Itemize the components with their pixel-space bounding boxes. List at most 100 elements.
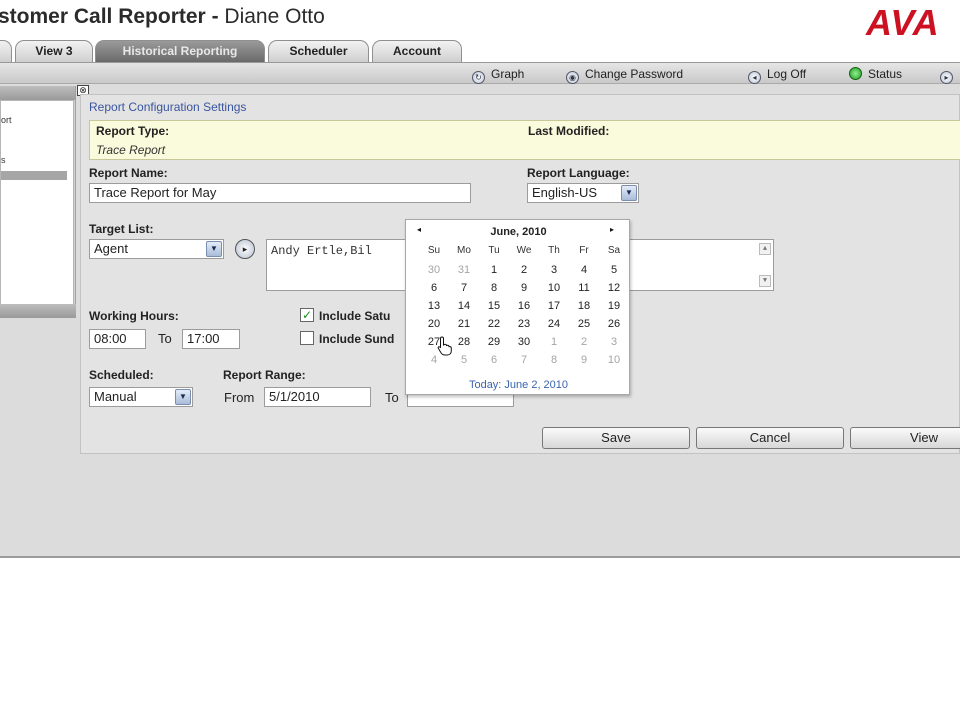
range-from-input[interactable]: 5/1/2010 (264, 387, 371, 407)
status-button[interactable]: Status (849, 66, 902, 82)
report-type-box: Report Type: Trace Report Last Modified: (89, 120, 960, 160)
weekday-label: We (516, 245, 532, 256)
report-language-label: Report Language: (527, 166, 630, 180)
target-list-label: Target List: (89, 222, 154, 236)
calendar-day-cell[interactable]: 2 (509, 261, 539, 279)
calendar-day-cell[interactable]: 9 (569, 351, 599, 369)
calendar-day-cell[interactable]: 24 (539, 315, 569, 333)
today-link[interactable]: Today: June 2, 2010 (406, 379, 631, 391)
weekday-label: Th (548, 245, 560, 256)
graph-label: Graph (491, 67, 525, 81)
include-sunday-label: Include Sund (319, 332, 395, 346)
report-name-input[interactable]: Trace Report for May (89, 183, 471, 203)
sidebar-selected-item[interactable] (1, 171, 67, 180)
log-off-label: Log Off (767, 67, 807, 81)
sidebar-item[interactable]: ort (1, 115, 12, 125)
calendar-day-cell[interactable]: 11 (569, 279, 599, 297)
calendar-day-cell[interactable]: 2 (569, 333, 599, 351)
app-name: stomer Call Reporter (0, 5, 206, 28)
graph-button[interactable]: ↻ Graph (472, 66, 525, 84)
calendar-day-cell[interactable]: 1 (479, 261, 509, 279)
scroll-down-icon[interactable]: ▼ (759, 275, 771, 287)
calendar-day-cell[interactable]: 4 (569, 261, 599, 279)
view-button[interactable]: View (850, 427, 960, 449)
tab-historical-reporting[interactable]: Historical Reporting (95, 40, 265, 62)
status-label: Status (868, 67, 903, 81)
chevron-down-icon[interactable]: ▼ (175, 389, 191, 405)
tab-scheduler[interactable]: Scheduler (268, 40, 369, 62)
weekday-label: Mo (457, 245, 471, 256)
calendar-day-cell[interactable]: 7 (509, 351, 539, 369)
chevron-down-icon[interactable]: ▼ (206, 241, 222, 257)
next-month-icon[interactable]: ▸ (610, 225, 614, 234)
save-button[interactable]: Save (542, 427, 690, 449)
calendar-day-cell[interactable]: 26 (599, 315, 629, 333)
arrow-right-icon: ▸ (940, 71, 953, 84)
report-range-label: Report Range: (223, 368, 306, 382)
calendar-day-cell[interactable]: 5 (449, 351, 479, 369)
calendar-day-cell[interactable]: 8 (539, 351, 569, 369)
calendar-day-cell[interactable]: 25 (569, 315, 599, 333)
change-password-label: Change Password (585, 67, 684, 81)
calendar-day-cell[interactable]: 30 (419, 261, 449, 279)
tab-account[interactable]: Account (372, 40, 462, 62)
calendar-day-cell[interactable]: 8 (479, 279, 509, 297)
calendar-day-cell[interactable]: 12 (599, 279, 629, 297)
target-list-select[interactable]: Agent ▼ (89, 239, 224, 259)
graph-icon: ↻ (472, 71, 485, 84)
log-off-icon: ◂ (748, 71, 761, 84)
working-hours-label: Working Hours: (89, 309, 179, 323)
calendar-day-cell[interactable]: 3 (539, 261, 569, 279)
calendar-month-title: June, 2010 (490, 226, 547, 238)
target-picker-button[interactable]: ▸ (235, 239, 255, 259)
report-language-select[interactable]: English-US ▼ (527, 183, 639, 203)
calendar-day-cell[interactable]: 23 (509, 315, 539, 333)
key-icon: ◉ (566, 71, 579, 84)
calendar-day-cell[interactable]: 3 (599, 333, 629, 351)
chevron-down-icon[interactable]: ▼ (621, 185, 637, 201)
sidebar-item[interactable]: s (1, 155, 6, 165)
working-from-input[interactable]: 08:00 (89, 329, 146, 349)
calendar-day-cell[interactable]: 6 (479, 351, 509, 369)
calendar-day-cell[interactable]: 17 (539, 297, 569, 315)
include-saturday-checkbox[interactable]: ✓ (300, 308, 314, 322)
calendar-day-cell[interactable]: 15 (479, 297, 509, 315)
calendar-day-cell[interactable]: 18 (569, 297, 599, 315)
scheduled-value: Manual (94, 389, 137, 404)
report-type-value: Trace Report (96, 143, 166, 157)
sidebar-header (0, 86, 75, 100)
calendar-day-cell[interactable]: 31 (449, 261, 479, 279)
calendar-day-cell[interactable]: 5 (599, 261, 629, 279)
change-password-button[interactable]: ◉ Change Password (566, 66, 684, 84)
tab-partial[interactable] (0, 40, 12, 62)
calendar-day-cell[interactable]: 19 (599, 297, 629, 315)
calendar-day-cell[interactable]: 7 (449, 279, 479, 297)
next-toolbar-button[interactable]: ▸ (940, 66, 959, 84)
calendar-day-cell[interactable]: 28 (449, 333, 479, 351)
target-list-value: Agent (94, 241, 128, 256)
scroll-up-icon[interactable]: ▲ (759, 243, 771, 255)
scheduled-select[interactable]: Manual ▼ (89, 387, 193, 407)
calendar-day-cell[interactable]: 20 (419, 315, 449, 333)
calendar-day-cell[interactable]: 13 (419, 297, 449, 315)
calendar-day-cell[interactable]: 9 (509, 279, 539, 297)
calendar-day-cell[interactable]: 16 (509, 297, 539, 315)
include-sunday-checkbox[interactable] (300, 331, 314, 345)
cancel-button[interactable]: Cancel (696, 427, 844, 449)
calendar-day-cell[interactable]: 30 (509, 333, 539, 351)
calendar-day-cell[interactable]: 22 (479, 315, 509, 333)
scheduled-label: Scheduled: (89, 368, 154, 382)
calendar-day-cell[interactable]: 6 (419, 279, 449, 297)
calendar-day-cell[interactable]: 10 (599, 351, 629, 369)
working-to-input[interactable]: 17:00 (182, 329, 240, 349)
tab-view-3[interactable]: View 3 (15, 40, 93, 62)
targets-text: Andy Ertle,Bil (271, 244, 372, 258)
calendar-day-cell[interactable]: 10 (539, 279, 569, 297)
calendar-day-cell[interactable]: 1 (539, 333, 569, 351)
calendar-day-cell[interactable]: 14 (449, 297, 479, 315)
calendar-day-cell[interactable]: 29 (479, 333, 509, 351)
calendar-day-cell[interactable]: 21 (449, 315, 479, 333)
section-title: Report Configuration Settings (89, 100, 247, 114)
log-off-button[interactable]: ◂ Log Off (748, 66, 807, 84)
sidebar: ort s (0, 86, 76, 318)
